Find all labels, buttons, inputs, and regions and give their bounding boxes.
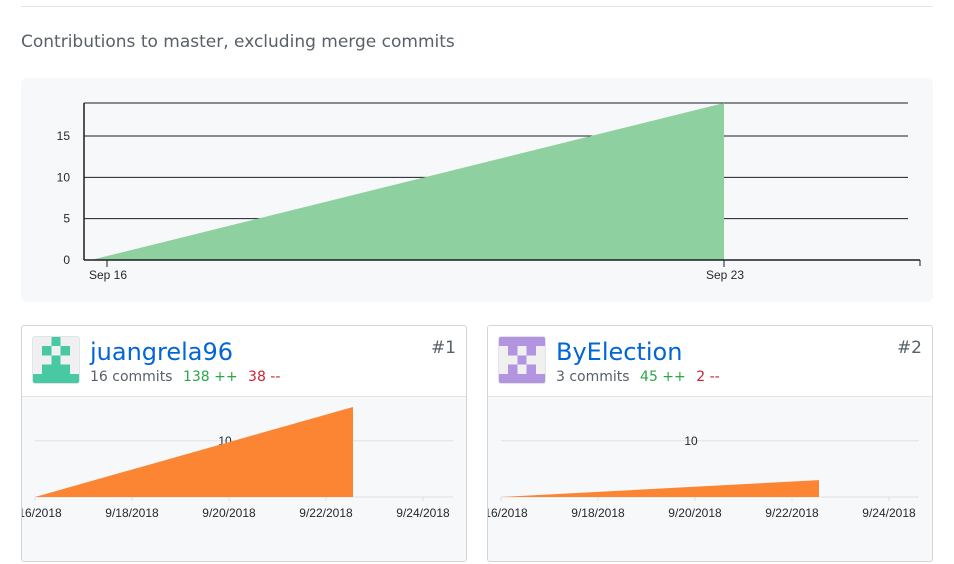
contributor-chart-svg: 10 9/16/2018 9/18/2018 9/20/2018 9/22/2018 9/…: [488, 434, 919, 520]
y-tick-label: 15: [57, 129, 71, 143]
x-tick-label: 9/20/2018: [202, 506, 256, 520]
avatar[interactable]: [32, 336, 80, 384]
x-tick-label: Sep 16: [89, 268, 127, 282]
additions-count: 138 ++: [182, 369, 238, 385]
contributions-area: [501, 480, 819, 497]
contributor-header: juangrela96 #1 16 commits 138 ++ 38 --: [22, 326, 466, 397]
contributor-rank: #1: [430, 338, 456, 358]
x-tick-label: 9/24/2018: [862, 506, 916, 520]
additions-count: 45 ++: [640, 369, 686, 385]
y-tick-label: 5: [63, 212, 70, 226]
contributor-chart-svg: 109/16/20189/18/20189/20/20189/22/20189/…: [22, 407, 453, 520]
divider: [21, 6, 933, 7]
x-tick-label: 9/16/2018: [22, 506, 62, 520]
y-tick-label: 10: [684, 434, 698, 448]
x-tick-label: 9/16/2018: [488, 506, 528, 520]
contributor-stats: 16 commits 138 ++ 38 --: [90, 369, 280, 385]
contributions-area: [91, 103, 724, 260]
contributor-rank: #2: [896, 338, 922, 358]
contributions-chart-svg: 0 5 10 15 Sep 16 Sep 23: [57, 102, 921, 282]
contributor-chart: 109/16/20189/18/20189/20/20189/22/20189/…: [22, 397, 466, 561]
contributor-card: ByElection #2 3 commits 45 ++ 2 -- 10 9/1…: [487, 325, 933, 562]
deletions-count: 38 --: [248, 369, 281, 385]
contributor-username[interactable]: juangrela96: [90, 338, 233, 366]
x-tick-label: Sep 23: [706, 268, 744, 282]
contributor-stats: 3 commits 45 ++ 2 --: [556, 369, 720, 385]
page-subtitle: Contributions to master, excluding merge…: [21, 32, 455, 52]
contributor-chart: 10 9/16/2018 9/18/2018 9/20/2018 9/22/2018 9/…: [488, 397, 932, 561]
contributor-card: juangrela96 #1 16 commits 138 ++ 38 -- 1…: [21, 325, 467, 562]
x-tick-label: 9/18/2018: [571, 506, 625, 520]
commit-count[interactable]: 3 commits: [556, 369, 630, 385]
x-tick-label: 9/24/2018: [396, 506, 450, 520]
contributions-chart: 0 5 10 15 Sep 16 Sep 23: [21, 78, 933, 302]
deletions-count: 2 --: [696, 369, 720, 385]
avatar[interactable]: [498, 336, 546, 384]
contributor-header: ByElection #2 3 commits 45 ++ 2 --: [488, 326, 932, 397]
contributions-area: [35, 407, 353, 497]
commit-count[interactable]: 16 commits: [90, 369, 172, 385]
y-tick-label: 10: [57, 170, 71, 184]
identicon-green-icon: [33, 337, 79, 383]
contributor-username[interactable]: ByElection: [556, 338, 682, 366]
x-tick-label: 9/22/2018: [765, 506, 819, 520]
x-tick-label: 9/22/2018: [299, 506, 353, 520]
identicon-purple-icon: [499, 337, 545, 383]
y-tick-label: 0: [63, 253, 70, 267]
x-tick-label: 9/18/2018: [105, 506, 159, 520]
x-tick-label: 9/20/2018: [668, 506, 722, 520]
